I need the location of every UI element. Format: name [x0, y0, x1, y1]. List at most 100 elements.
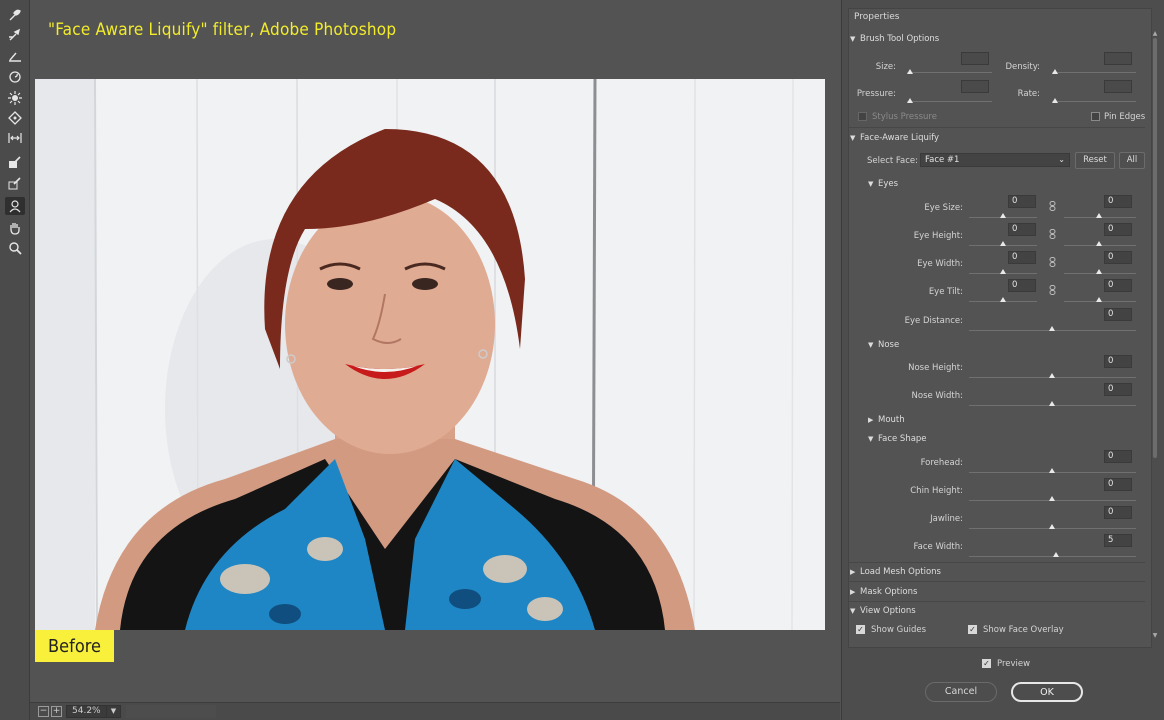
eye-tilt-right-thumb[interactable] [1096, 297, 1102, 302]
nose-width-field[interactable]: 0 [1104, 383, 1132, 396]
eye-tilt-right-field[interactable]: 0 [1104, 279, 1132, 292]
eye-height-right-field[interactable]: 0 [1104, 223, 1132, 236]
twirl-tool-icon[interactable] [5, 68, 25, 86]
brush-size-thumb[interactable] [907, 69, 913, 74]
liquify-dialog: "Face Aware Liquify" filter, Adobe Photo… [0, 0, 1164, 720]
eye-tilt-label: Eye Tilt: [928, 287, 963, 297]
forehead-thumb[interactable] [1049, 468, 1055, 473]
chin-height-field[interactable]: 0 [1104, 478, 1132, 491]
forward-warp-tool-icon[interactable] [5, 6, 25, 24]
brush-rate-slider[interactable] [1052, 101, 1136, 102]
scroll-down-icon[interactable]: ▼ [1152, 632, 1158, 639]
portrait-photo[interactable] [35, 79, 825, 630]
brush-rate-field[interactable] [1104, 80, 1132, 93]
show-guides-checkbox[interactable]: ✓ [856, 625, 865, 634]
link-icon[interactable] [1049, 201, 1056, 211]
face-aware-title: Face-Aware Liquify [860, 133, 940, 143]
forehead-field[interactable]: 0 [1104, 450, 1132, 463]
face-width-field[interactable]: 5 [1104, 534, 1132, 547]
caption-text: "Face Aware Liquify" filter, Adobe Photo… [48, 20, 397, 40]
panel-scrollbar[interactable]: ▲ ▼ [1151, 30, 1159, 642]
bloat-tool-icon[interactable] [5, 109, 25, 127]
zoom-out-button[interactable]: − [38, 706, 49, 717]
reset-button[interactable]: Reset [1075, 152, 1115, 169]
brush-rate-thumb[interactable] [1052, 98, 1058, 103]
brush-density-slider[interactable] [1052, 72, 1136, 73]
eye-height-right-thumb[interactable] [1096, 241, 1102, 246]
face-width-label: Face Width: [913, 542, 963, 552]
jawline-field[interactable]: 0 [1104, 506, 1132, 519]
eye-width-right-field[interactable]: 0 [1104, 251, 1132, 264]
eyes-title: Eyes [878, 179, 899, 189]
scroll-up-icon[interactable]: ▲ [1152, 30, 1158, 37]
brush-size-field[interactable] [961, 52, 989, 65]
link-icon[interactable] [1049, 257, 1056, 267]
ok-button[interactable]: OK [1011, 682, 1083, 702]
eye-width-left-thumb[interactable] [1000, 269, 1006, 274]
hand-tool-icon[interactable] [5, 219, 25, 237]
eye-distance-field[interactable]: 0 [1104, 308, 1132, 321]
brush-density-thumb[interactable] [1052, 69, 1058, 74]
push-left-tool-icon[interactable] [5, 129, 25, 147]
mouth-header[interactable]: ▶ Mouth [868, 415, 905, 425]
zoom-in-button[interactable]: + [51, 706, 62, 717]
eye-width-right-thumb[interactable] [1096, 269, 1102, 274]
thaw-mask-tool-icon[interactable] [5, 174, 25, 192]
brush-density-label: Density: [1005, 62, 1040, 72]
face-aware-header[interactable]: ▼ Face-Aware Liquify [850, 133, 939, 143]
show-face-overlay-label: Show Face Overlay [983, 625, 1064, 635]
freeze-mask-tool-icon[interactable] [5, 153, 25, 171]
face-tool-icon[interactable] [5, 197, 25, 215]
mouth-title: Mouth [878, 415, 905, 425]
properties-panel: Properties ▼ Brush Tool Options Size: Den… [841, 0, 1164, 720]
eye-height-label: Eye Height: [913, 231, 963, 241]
show-face-overlay-checkbox[interactable]: ✓ [968, 625, 977, 634]
eye-distance-thumb[interactable] [1049, 326, 1055, 331]
cancel-button[interactable]: Cancel [925, 682, 997, 702]
face-shape-title: Face Shape [878, 434, 927, 444]
view-options-header[interactable]: ▼ View Options [850, 606, 916, 616]
eye-tilt-left-field[interactable]: 0 [1008, 279, 1036, 292]
eyes-header[interactable]: ▼ Eyes [868, 179, 898, 189]
eye-size-left-field[interactable]: 0 [1008, 195, 1036, 208]
smooth-tool-icon[interactable] [5, 46, 25, 64]
eye-width-left-field[interactable]: 0 [1008, 251, 1036, 264]
nose-header[interactable]: ▼ Nose [868, 340, 899, 350]
pin-edges-checkbox[interactable] [1091, 112, 1100, 121]
preview-checkbox[interactable]: ✓ [982, 659, 991, 668]
eye-height-left-field[interactable]: 0 [1008, 223, 1036, 236]
eye-size-right-thumb[interactable] [1096, 213, 1102, 218]
link-icon[interactable] [1049, 229, 1056, 239]
chin-height-thumb[interactable] [1049, 496, 1055, 501]
chevron-down-icon: ⌄ [1058, 155, 1065, 164]
eye-height-left-thumb[interactable] [1000, 241, 1006, 246]
stylus-pressure-checkbox[interactable] [858, 112, 867, 121]
brush-density-field[interactable] [1104, 52, 1132, 65]
brush-pressure-slider[interactable] [907, 101, 992, 102]
eye-size-right-field[interactable]: 0 [1104, 195, 1132, 208]
eye-distance-label: Eye Distance: [904, 316, 963, 326]
pucker-tool-icon[interactable] [5, 89, 25, 107]
scroll-thumb[interactable] [1153, 38, 1157, 458]
reconstruct-tool-icon[interactable] [5, 26, 25, 44]
brush-size-slider[interactable] [907, 72, 992, 73]
eye-size-left-thumb[interactable] [1000, 213, 1006, 218]
jawline-thumb[interactable] [1049, 524, 1055, 529]
face-shape-header[interactable]: ▼ Face Shape [868, 434, 927, 444]
all-button[interactable]: All [1119, 152, 1145, 169]
before-badge: Before [35, 630, 114, 662]
link-icon[interactable] [1049, 285, 1056, 295]
nose-height-field[interactable]: 0 [1104, 355, 1132, 368]
nose-height-thumb[interactable] [1049, 373, 1055, 378]
nose-width-thumb[interactable] [1049, 401, 1055, 406]
face-width-thumb[interactable] [1053, 552, 1059, 557]
brush-pressure-field[interactable] [961, 80, 989, 93]
chevron-down-icon[interactable]: ▼ [106, 705, 120, 718]
zoom-tool-icon[interactable] [5, 239, 25, 257]
load-mesh-header[interactable]: ▶ Load Mesh Options [850, 567, 941, 577]
brush-pressure-thumb[interactable] [907, 98, 913, 103]
brush-options-header[interactable]: ▼ Brush Tool Options [850, 34, 939, 44]
eye-tilt-left-thumb[interactable] [1000, 297, 1006, 302]
select-face-dropdown[interactable]: Face #1 ⌄ [920, 153, 1070, 167]
mask-options-header[interactable]: ▶ Mask Options [850, 587, 917, 597]
